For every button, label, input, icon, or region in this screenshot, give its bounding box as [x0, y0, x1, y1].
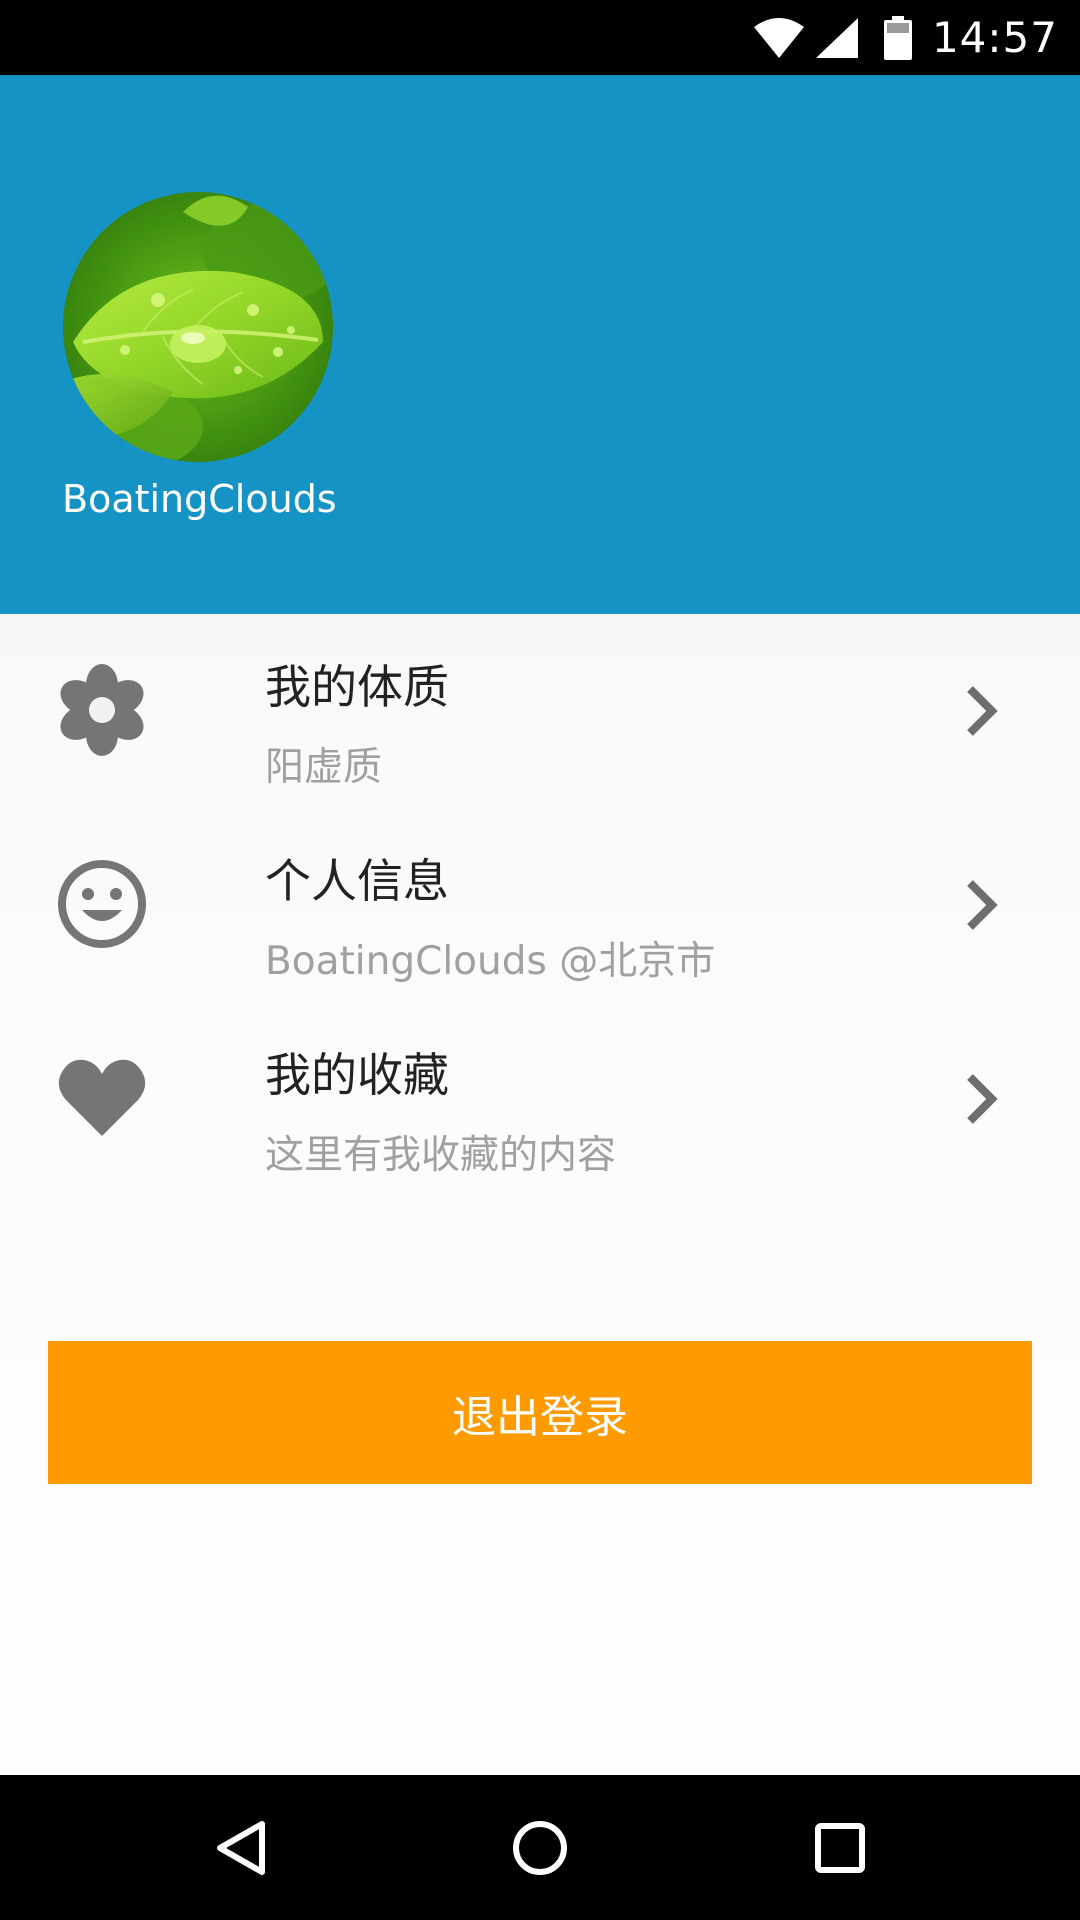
menu-item-subtitle: BoatingClouds @北京市	[265, 939, 716, 984]
menu-item-subtitle: 这里有我收藏的内容	[265, 1133, 617, 1178]
signal-icon	[815, 17, 858, 58]
chevron-right-icon	[962, 683, 1002, 739]
smiley-icon	[56, 858, 148, 950]
menu-item-favorites[interactable]: 我的收藏 这里有我收藏的内容	[0, 1002, 1080, 1196]
menu-item-title: 个人信息	[265, 854, 449, 908]
battery-icon	[883, 15, 912, 60]
menu-item-constitution[interactable]: 我的体质 阳虚质	[0, 614, 1080, 808]
navigation-bar	[0, 1775, 1080, 1920]
home-icon	[513, 1820, 567, 1875]
recents-button[interactable]	[740, 1775, 940, 1920]
status-bar: 14:57	[0, 0, 1080, 75]
avatar-leaf-image	[63, 192, 333, 462]
menu-item-title: 我的收藏	[265, 1048, 449, 1102]
back-icon	[217, 1820, 265, 1875]
status-icons: 14:57	[753, 0, 1058, 75]
heart-icon	[56, 1052, 148, 1144]
home-button[interactable]	[440, 1775, 640, 1920]
menu-item-personal-info[interactable]: 个人信息 BoatingClouds @北京市	[0, 808, 1080, 1002]
flower-icon	[56, 664, 148, 756]
menu-item-title: 我的体质	[265, 660, 449, 714]
chevron-right-icon	[962, 877, 1002, 933]
wifi-icon	[753, 17, 804, 58]
back-button[interactable]	[140, 1775, 340, 1920]
chevron-right-icon	[962, 1071, 1002, 1127]
status-time: 14:57	[931, 13, 1058, 62]
screen: 14:57 BoatingClouds 我的体质 阳虚质 个人信息 Boatin…	[0, 0, 1080, 1920]
logout-button[interactable]: 退出登录	[48, 1341, 1032, 1484]
profile-header: BoatingClouds	[0, 75, 1080, 614]
profile-username: BoatingClouds	[62, 477, 337, 521]
recents-icon	[815, 1822, 865, 1873]
menu-item-subtitle: 阳虚质	[265, 745, 383, 790]
menu-list: 我的体质 阳虚质 个人信息 BoatingClouds @北京市 我的收藏 这里…	[0, 614, 1080, 1196]
avatar[interactable]	[63, 192, 333, 462]
